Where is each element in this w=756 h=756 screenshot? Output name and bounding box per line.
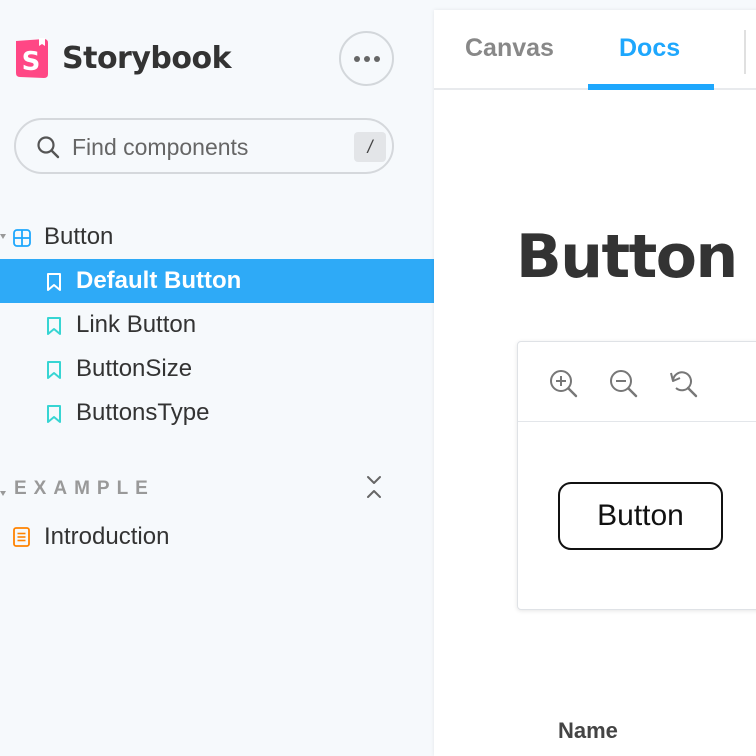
document-icon (13, 527, 30, 547)
main-panel: Canvas Docs Button Button Name (434, 10, 756, 756)
search-icon (36, 135, 60, 164)
group-caret-icon (0, 484, 6, 502)
tree-story-link-button[interactable]: Link Button (0, 303, 434, 347)
tree-component-button[interactable]: Button (0, 215, 434, 259)
bookmark-icon (46, 405, 62, 423)
story-preview: Button (517, 341, 756, 610)
component-icon (13, 229, 31, 247)
tree-item-label: Link Button (76, 311, 197, 338)
demo-button[interactable]: Button (558, 482, 723, 550)
search-box: / (14, 118, 394, 174)
toolbar-divider (744, 30, 746, 74)
args-table-name-header: Name (558, 718, 618, 743)
tree-story-default-button[interactable]: Default Button (0, 259, 434, 303)
ellipsis-icon (353, 55, 380, 62)
zoom-out-icon[interactable] (608, 368, 640, 400)
tree-story-buttonstype[interactable]: ButtonsType (0, 391, 434, 435)
active-tab-indicator (588, 84, 714, 90)
tab-bar: Canvas Docs (434, 10, 756, 90)
zoom-in-icon[interactable] (548, 368, 580, 400)
tree-item-label: Introduction (44, 523, 170, 550)
tab-canvas[interactable]: Canvas (465, 34, 554, 63)
collapse-all-icon[interactable] (365, 475, 383, 504)
bookmark-icon (46, 361, 62, 379)
brand-name: Storybook (62, 40, 232, 76)
tab-docs[interactable]: Docs (619, 34, 680, 63)
search-input[interactable] (72, 130, 332, 164)
tree-doc-introduction[interactable]: Introduction (0, 515, 434, 559)
group-label-example[interactable]: EXAMPLE (14, 478, 155, 500)
sidebar: S Storybook / Button (0, 0, 434, 756)
tree-story-buttonsize[interactable]: ButtonSize (0, 347, 434, 391)
brand[interactable]: S Storybook (14, 36, 232, 80)
tree-item-label: Button (44, 223, 114, 250)
bookmark-icon (46, 273, 62, 291)
storybook-logo-icon: S (14, 37, 50, 79)
tree-item-label: ButtonSize (76, 355, 193, 382)
tree-item-label: Default Button (76, 267, 242, 294)
expand-caret-icon (0, 234, 6, 240)
preview-toolbar (518, 342, 756, 422)
tree-item-label: ButtonsType (76, 399, 210, 426)
page-title: Button (516, 222, 738, 292)
svg-text:S: S (22, 47, 41, 77)
bookmark-icon (46, 317, 62, 335)
settings-menu-button[interactable] (339, 31, 394, 86)
search-shortcut-key: / (354, 132, 386, 162)
zoom-reset-icon[interactable] (668, 368, 700, 400)
